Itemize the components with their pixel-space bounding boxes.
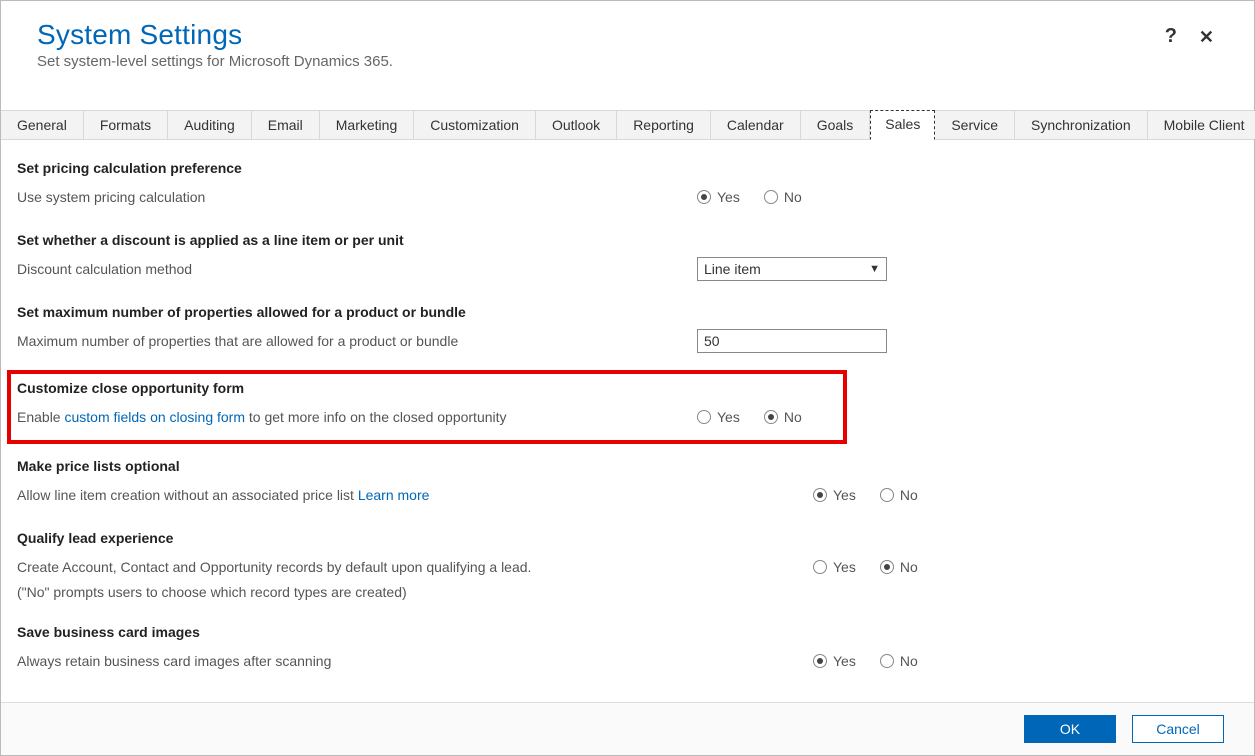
label-pricelists-text: Allow line item creation without an asso… <box>17 487 358 503</box>
radio-group-qualifylead: Yes No <box>813 559 936 575</box>
radio-label-no: No <box>784 189 802 205</box>
tab-auditing[interactable]: Auditing <box>168 111 252 139</box>
heading-discount: Set whether a discount is applied as a l… <box>17 232 1254 248</box>
tab-formats[interactable]: Formats <box>84 111 168 139</box>
radio-pricelists-yes[interactable] <box>813 488 827 502</box>
dialog-footer: OK Cancel <box>1 702 1254 755</box>
heading-closeopp: Customize close opportunity form <box>17 380 835 396</box>
tab-outlook[interactable]: Outlook <box>536 111 617 139</box>
tab-synchronization[interactable]: Synchronization <box>1015 111 1148 139</box>
radio-group-pricelists: Yes No <box>813 487 936 503</box>
radio-group-bizcard: Yes No <box>813 653 936 669</box>
radio-label-no: No <box>784 409 802 425</box>
note-qualifylead: ("No" prompts users to choose which reco… <box>17 584 1254 600</box>
row-maxprops: Maximum number of properties that are al… <box>17 328 1254 354</box>
radio-label-no: No <box>900 559 918 575</box>
settings-content[interactable]: Set pricing calculation preference Use s… <box>1 140 1254 702</box>
cancel-button[interactable]: Cancel <box>1132 715 1224 743</box>
dialog-header: System Settings Set system-level setting… <box>1 1 1254 84</box>
tab-marketing[interactable]: Marketing <box>320 111 414 139</box>
ok-button[interactable]: OK <box>1024 715 1116 743</box>
dialog-title: System Settings <box>37 19 1218 51</box>
radio-qualifylead-yes[interactable] <box>813 560 827 574</box>
label-qualifylead: Create Account, Contact and Opportunity … <box>17 559 813 575</box>
label-maxprops: Maximum number of properties that are al… <box>17 333 697 349</box>
close-icon[interactable]: ✕ <box>1199 28 1214 46</box>
link-custom-fields[interactable]: custom fields on closing form <box>64 409 245 425</box>
row-closeopp: Enable custom fields on closing form to … <box>17 404 835 430</box>
tab-general[interactable]: General <box>1 111 84 139</box>
help-icon[interactable]: ? <box>1165 25 1177 48</box>
radio-label-no: No <box>900 653 918 669</box>
radio-group-closeopp: Yes No <box>697 409 820 425</box>
row-discount: Discount calculation method Line item ▼ <box>17 256 1254 282</box>
row-pricelists: Allow line item creation without an asso… <box>17 482 1254 508</box>
radio-closeopp-yes[interactable] <box>697 410 711 424</box>
heading-maxprops: Set maximum number of properties allowed… <box>17 304 1254 320</box>
radio-pricelists-no[interactable] <box>880 488 894 502</box>
radio-label-yes: Yes <box>717 409 740 425</box>
radio-closeopp-no[interactable] <box>764 410 778 424</box>
chevron-down-icon: ▼ <box>869 263 880 275</box>
radio-label-no: No <box>900 487 918 503</box>
label-bizcard: Always retain business card images after… <box>17 653 813 669</box>
radio-label-yes: Yes <box>717 189 740 205</box>
radio-group-pricing: Yes No <box>697 189 820 205</box>
tab-goals[interactable]: Goals <box>801 111 871 139</box>
radio-bizcard-no[interactable] <box>880 654 894 668</box>
radio-bizcard-yes[interactable] <box>813 654 827 668</box>
link-learn-more-pricelists[interactable]: Learn more <box>358 487 430 503</box>
select-discount-method[interactable]: Line item ▼ <box>697 257 887 281</box>
label-pricing: Use system pricing calculation <box>17 189 697 205</box>
input-max-properties[interactable] <box>697 329 887 353</box>
row-qualifylead: Create Account, Contact and Opportunity … <box>17 554 1254 580</box>
heading-bizcard: Save business card images <box>17 624 1254 640</box>
header-icons: ? ✕ <box>1165 25 1214 48</box>
radio-pricing-yes[interactable] <box>697 190 711 204</box>
radio-label-yes: Yes <box>833 487 856 503</box>
radio-label-yes: Yes <box>833 559 856 575</box>
tab-service[interactable]: Service <box>935 111 1015 139</box>
label-closeopp-prefix: Enable <box>17 409 64 425</box>
tab-email[interactable]: Email <box>252 111 320 139</box>
heading-qualifylead: Qualify lead experience <box>17 530 1254 546</box>
tab-calendar[interactable]: Calendar <box>711 111 801 139</box>
row-bizcard: Always retain business card images after… <box>17 648 1254 674</box>
radio-pricing-no[interactable] <box>764 190 778 204</box>
tab-mobile-client[interactable]: Mobile Client <box>1148 111 1255 139</box>
heading-pricing: Set pricing calculation preference <box>17 160 1254 176</box>
dialog-subtitle: Set system-level settings for Microsoft … <box>37 53 1218 70</box>
tab-reporting[interactable]: Reporting <box>617 111 711 139</box>
label-pricelists: Allow line item creation without an asso… <box>17 487 697 503</box>
label-discount: Discount calculation method <box>17 261 697 277</box>
system-settings-dialog: System Settings Set system-level setting… <box>0 0 1255 756</box>
tab-sales[interactable]: Sales <box>870 110 935 140</box>
row-pricing: Use system pricing calculation Yes No <box>17 184 1254 210</box>
label-closeopp: Enable custom fields on closing form to … <box>17 409 697 425</box>
label-closeopp-suffix: to get more info on the closed opportuni… <box>245 409 507 425</box>
tabs-bar: General Formats Auditing Email Marketing… <box>1 110 1254 140</box>
select-discount-value: Line item <box>704 261 761 277</box>
highlight-close-opportunity: Customize close opportunity form Enable … <box>7 370 847 444</box>
radio-qualifylead-no[interactable] <box>880 560 894 574</box>
tab-customization[interactable]: Customization <box>414 111 536 139</box>
heading-pricelists: Make price lists optional <box>17 458 1254 474</box>
radio-label-yes: Yes <box>833 653 856 669</box>
